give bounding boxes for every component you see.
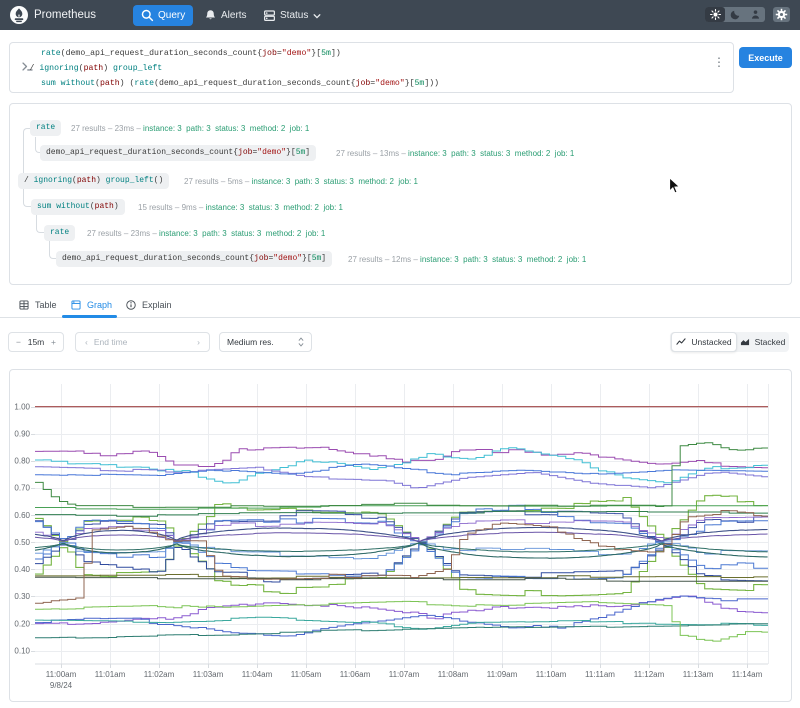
svg-text:1.00: 1.00	[14, 402, 30, 411]
svg-text:11:00am: 11:00am	[46, 670, 77, 679]
svg-text:0.60: 0.60	[14, 511, 30, 520]
svg-text:11:06am: 11:06am	[340, 670, 371, 679]
svg-text:0.10: 0.10	[14, 646, 30, 655]
svg-text:11:13am: 11:13am	[683, 670, 714, 679]
svg-text:11:14am: 11:14am	[732, 670, 763, 679]
svg-text:11:02am: 11:02am	[144, 670, 175, 679]
svg-text:0.50: 0.50	[14, 538, 30, 547]
svg-text:0.80: 0.80	[14, 457, 30, 466]
svg-text:11:12am: 11:12am	[634, 670, 665, 679]
svg-text:11:11am: 11:11am	[585, 670, 615, 679]
svg-text:11:07am: 11:07am	[389, 670, 420, 679]
svg-text:11:01am: 11:01am	[95, 670, 126, 679]
svg-text:11:08am: 11:08am	[438, 670, 469, 679]
svg-text:11:10am: 11:10am	[536, 670, 567, 679]
svg-text:11:09am: 11:09am	[487, 670, 518, 679]
svg-text:9/8/24: 9/8/24	[50, 681, 73, 690]
svg-text:11:04am: 11:04am	[242, 670, 273, 679]
svg-text:11:05am: 11:05am	[291, 670, 322, 679]
svg-text:0.70: 0.70	[14, 484, 30, 493]
svg-text:0.30: 0.30	[14, 592, 30, 601]
svg-text:11:03am: 11:03am	[193, 670, 224, 679]
svg-text:0.40: 0.40	[14, 565, 30, 574]
svg-text:0.90: 0.90	[14, 430, 30, 439]
svg-text:0.20: 0.20	[14, 619, 30, 628]
